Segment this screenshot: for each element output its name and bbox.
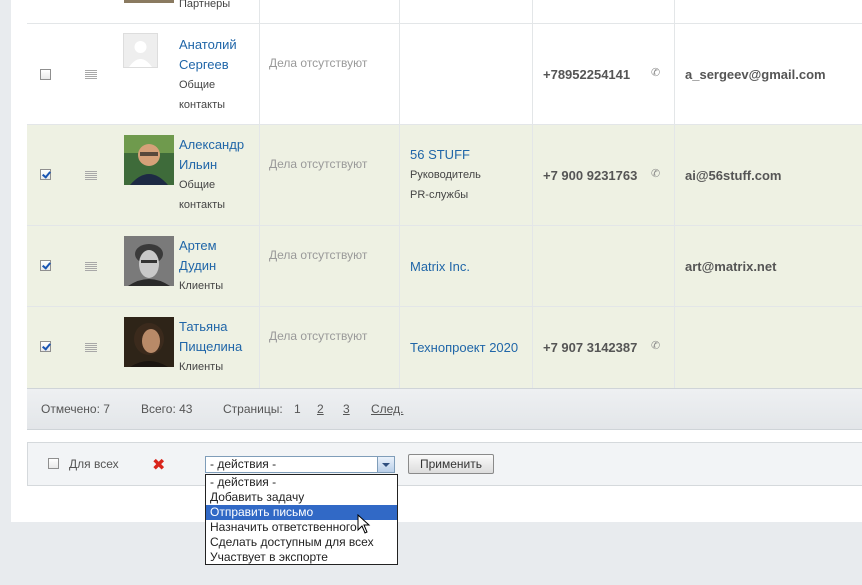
table-row: Александр Ильин Общие контакты Дела отсу… [27, 125, 862, 226]
contact-first-name[interactable]: Александр [179, 135, 244, 155]
row-checkbox[interactable] [40, 69, 51, 80]
activities-empty: Дела отсутствуют [269, 248, 368, 262]
drag-handle-icon[interactable] [85, 343, 97, 352]
dropdown-option[interactable]: - действия - [206, 475, 397, 490]
contact-last-name[interactable]: Сергеев [179, 55, 229, 75]
photo-avatar-icon[interactable] [124, 317, 174, 367]
contact-group: Партнеры [179, 0, 231, 10]
drag-handle-icon[interactable] [85, 171, 97, 180]
contact-group: Клиенты [179, 280, 224, 292]
dropdown-option[interactable]: Участвует в экспорте [206, 550, 397, 565]
delete-icon[interactable]: ✖ [152, 455, 165, 475]
table-row: Партнеры [27, 0, 862, 24]
table-footer: Отмечено: 7 Всего: 43 Страницы: 1 2 3 Сл… [27, 388, 862, 430]
chevron-down-icon[interactable] [377, 457, 394, 472]
contact-group: Общие [179, 179, 216, 191]
contact-last-name[interactable]: Пищелина [179, 337, 242, 357]
phone-number: +7 907 3142387 [543, 340, 638, 355]
avatar[interactable] [124, 0, 174, 3]
dropdown-option[interactable]: Сделать доступным для всех [206, 535, 397, 550]
for-all-checkbox[interactable] [48, 458, 59, 469]
contact-group: контакты [179, 199, 226, 211]
phone-number: +7 900 9231763 [543, 168, 638, 183]
company-link[interactable]: Технопроект 2020 [410, 340, 518, 355]
apply-button[interactable]: Применить [408, 454, 494, 474]
table-row: Артем Дудин Клиенты Дела отсутствуют Mat… [27, 226, 862, 307]
contact-first-name[interactable]: Татьяна [179, 317, 227, 337]
default-avatar-icon[interactable] [123, 33, 158, 68]
for-all-label: Для всех [69, 457, 119, 471]
row-checkbox[interactable] [40, 260, 51, 271]
dropdown-option[interactable]: Добавить задачу [206, 490, 397, 505]
row-checkbox[interactable] [40, 169, 51, 180]
contact-first-name[interactable]: Артем [179, 236, 217, 256]
table-row: Анатолий Сергеев Общие контакты Дела отс… [27, 24, 862, 125]
actions-select-value: - действия - [210, 457, 277, 471]
activities-empty: Дела отсутствуют [269, 157, 368, 171]
company-link[interactable]: Matrix Inc. [410, 259, 470, 274]
drag-handle-icon[interactable] [85, 262, 97, 271]
company-role: Руководитель [410, 169, 481, 181]
activities-empty: Дела отсутствуют [269, 56, 368, 70]
activities-empty: Дела отсутствуют [269, 329, 368, 343]
row-checkbox[interactable] [40, 341, 51, 352]
photo-avatar-icon[interactable] [124, 236, 174, 286]
email-address[interactable]: art@matrix.net [685, 259, 776, 274]
contact-last-name[interactable]: Дудин [179, 256, 216, 276]
email-address[interactable]: a_sergeev@gmail.com [685, 67, 826, 82]
contact-group: Общие [179, 79, 216, 91]
actions-select[interactable]: - действия - [205, 456, 395, 473]
company-role: PR-службы [410, 189, 469, 201]
mouse-cursor-icon [357, 514, 371, 534]
page-link-2[interactable]: 2 [317, 402, 324, 416]
phone-number: +78952254141 [543, 67, 631, 82]
contact-group: контакты [179, 99, 226, 111]
contact-group: Клиенты [179, 361, 224, 373]
marked-count: Отмечено: 7 [41, 402, 110, 416]
email-address[interactable]: ai@56stuff.com [685, 168, 781, 183]
phone-icon[interactable]: ✆ [651, 169, 661, 180]
phone-icon[interactable]: ✆ [651, 341, 661, 352]
contact-last-name[interactable]: Ильин [179, 155, 217, 175]
pages-label: Страницы: [223, 402, 283, 416]
company-link[interactable]: 56 STUFF [410, 147, 470, 162]
drag-handle-icon[interactable] [85, 70, 97, 79]
contact-first-name[interactable]: Анатолий [179, 35, 237, 55]
page-link-3[interactable]: 3 [343, 402, 350, 416]
phone-icon[interactable]: ✆ [651, 68, 661, 79]
table-row: Татьяна Пищелина Клиенты Дела отсутствую… [27, 307, 862, 389]
total-count: Всего: 43 [141, 402, 193, 416]
next-page-link[interactable]: След. [371, 402, 403, 416]
page-current: 1 [294, 402, 301, 416]
photo-avatar-icon[interactable] [124, 135, 174, 185]
